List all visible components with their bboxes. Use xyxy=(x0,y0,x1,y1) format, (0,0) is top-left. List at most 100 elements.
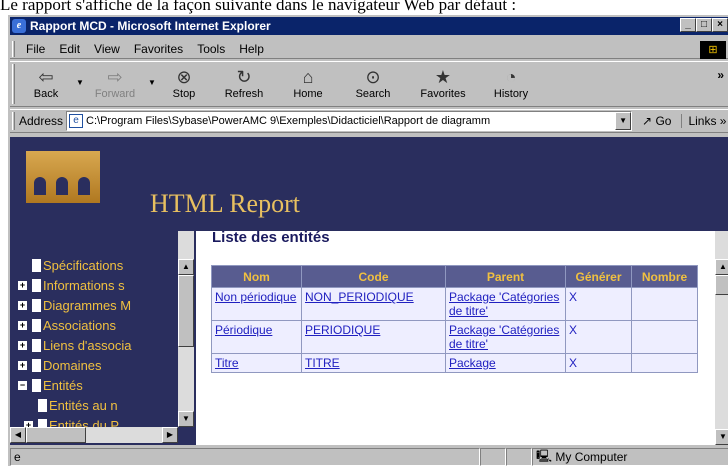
tree-item[interactable]: + Domaines xyxy=(18,355,131,375)
menu-bar: File Edit View Favorites Tools Help ⊞ xyxy=(10,39,728,59)
document-icon xyxy=(32,378,41,392)
search-button[interactable]: ⊙ Search xyxy=(339,62,407,106)
forward-button[interactable]: ⇨ Forward xyxy=(85,62,145,106)
tree-item[interactable]: Spécifications xyxy=(18,255,131,275)
generate-cell: X xyxy=(565,353,632,373)
scroll-left-icon[interactable]: ◀ xyxy=(10,427,26,443)
document-icon xyxy=(32,258,41,272)
entity-parent-link[interactable]: Package xyxy=(449,356,496,370)
table-row: Non périodique NON_PERIODIQUE Package 'C… xyxy=(211,287,698,321)
document-caption: Le rapport s'affiche de la façon suivant… xyxy=(0,0,517,14)
toolbar-overflow-chevron[interactable]: » xyxy=(717,68,724,82)
page-status-icon: e xyxy=(14,450,21,464)
dropdown-arrow-icon: ▼ xyxy=(148,78,156,87)
entity-name-link[interactable]: Titre xyxy=(215,356,239,370)
standard-toolbar: ⇦ Back ▼ ⇨ Forward ▼ ⊗ Stop ↻ Refresh ⌂ … xyxy=(10,61,728,107)
tree-item[interactable]: + Informations s xyxy=(18,275,131,295)
close-button[interactable]: × xyxy=(712,18,728,32)
report-title: HTML Report xyxy=(150,189,300,218)
expand-icon[interactable]: + xyxy=(18,300,27,310)
tree-item[interactable]: − Entités xyxy=(18,375,131,395)
entity-parent-link[interactable]: Package 'Catégories de titre' xyxy=(449,323,559,351)
status-pane xyxy=(480,448,506,466)
menu-help[interactable]: Help xyxy=(232,42,271,56)
document-icon xyxy=(32,318,41,332)
generate-cell: X xyxy=(565,320,632,354)
back-dropdown[interactable]: ▼ xyxy=(73,62,85,106)
expand-icon[interactable]: + xyxy=(18,340,27,350)
tree-item[interactable]: Entités au n xyxy=(18,395,131,415)
expand-icon[interactable]: + xyxy=(18,320,27,330)
home-icon: ⌂ xyxy=(302,67,314,87)
column-header: Nombre xyxy=(631,265,698,288)
address-bar: Address e C:\Program Files\Sybase\PowerA… xyxy=(10,109,728,133)
entity-name-link[interactable]: Périodique xyxy=(215,323,272,337)
entity-name-link[interactable]: Non périodique xyxy=(215,290,296,304)
count-cell xyxy=(631,320,698,354)
generate-cell: X xyxy=(565,287,632,321)
report-banner: HTML Report xyxy=(10,137,728,231)
menu-tools[interactable]: Tools xyxy=(190,42,232,56)
column-header: Générer xyxy=(565,265,632,288)
scroll-thumb[interactable] xyxy=(178,275,194,347)
column-header: Parent xyxy=(445,265,566,288)
menu-favorites[interactable]: Favorites xyxy=(127,42,190,56)
entity-code-link[interactable]: TITRE xyxy=(305,356,340,370)
count-cell xyxy=(631,287,698,321)
history-icon: ◔ xyxy=(505,67,517,87)
entity-table: Nom Code Parent Générer Nombre Non pério… xyxy=(211,265,698,373)
go-button[interactable]: ↗ Go xyxy=(642,114,671,128)
tree-item[interactable]: + Diagrammes M xyxy=(18,295,131,315)
ie-icon: e xyxy=(12,19,26,33)
address-input[interactable]: e C:\Program Files\Sybase\PowerAMC 9\Exe… xyxy=(66,111,633,131)
document-icon xyxy=(32,298,41,312)
forward-dropdown[interactable]: ▼ xyxy=(145,62,157,106)
report-vertical-scrollbar[interactable]: ▲ ▼ xyxy=(715,231,728,445)
scroll-down-icon[interactable]: ▼ xyxy=(178,411,194,427)
menu-view[interactable]: View xyxy=(87,42,127,56)
refresh-icon: ↻ xyxy=(236,67,252,87)
scroll-up-icon[interactable]: ▲ xyxy=(715,259,728,275)
scroll-thumb[interactable] xyxy=(26,427,86,443)
report-tree: Spécifications + Informations s + Diagramm… xyxy=(18,255,131,435)
column-header: Code xyxy=(301,265,446,288)
stop-button[interactable]: ⊗ Stop xyxy=(157,62,211,106)
back-button[interactable]: ⇦ Back xyxy=(19,62,73,106)
links-button[interactable]: Links » xyxy=(681,114,726,128)
tree-item[interactable]: + Associations xyxy=(18,315,131,335)
favorites-button[interactable]: ★ Favorites xyxy=(407,62,479,106)
home-button[interactable]: ⌂ Home xyxy=(277,62,339,106)
back-arrow-icon: ⇦ xyxy=(38,67,54,87)
status-bar: e 🖳 My Computer xyxy=(10,447,728,466)
entity-parent-link[interactable]: Package 'Catégories de titre' xyxy=(449,290,559,318)
entity-code-link[interactable]: PERIODIQUE xyxy=(305,323,380,337)
nav-vertical-scrollbar[interactable]: ▲ ▼ xyxy=(178,231,194,427)
document-icon xyxy=(32,338,41,352)
column-header: Nom xyxy=(211,265,302,288)
document-icon xyxy=(32,278,41,292)
go-arrow-icon: ↗ xyxy=(642,114,653,128)
status-pane xyxy=(506,448,532,466)
nav-horizontal-scrollbar[interactable]: ◀ ▶ xyxy=(10,427,178,443)
expand-icon[interactable]: + xyxy=(18,360,27,370)
scroll-thumb[interactable] xyxy=(715,275,728,295)
maximize-button[interactable]: □ xyxy=(696,18,712,32)
address-dropdown-button[interactable]: ▼ xyxy=(615,112,632,130)
menu-file[interactable]: File xyxy=(19,42,52,56)
expand-icon[interactable]: + xyxy=(18,280,27,290)
collapse-icon[interactable]: − xyxy=(18,380,27,390)
history-button[interactable]: ◔ History xyxy=(479,62,543,106)
report-frame: Liste des entités Nom Code Parent Génére… xyxy=(204,231,713,445)
status-text: e xyxy=(10,448,480,466)
scroll-down-icon[interactable]: ▼ xyxy=(715,429,728,445)
scroll-right-icon[interactable]: ▶ xyxy=(162,427,178,443)
title-bar: e Rapport MCD - Microsoft Internet Explo… xyxy=(10,17,728,35)
scroll-up-icon[interactable]: ▲ xyxy=(178,259,194,275)
menu-edit[interactable]: Edit xyxy=(52,42,87,56)
refresh-button[interactable]: ↻ Refresh xyxy=(211,62,277,106)
minimize-button[interactable]: _ xyxy=(680,18,696,32)
table-row: Périodique PERIODIQUE Package 'Catégorie… xyxy=(211,320,698,354)
tree-item[interactable]: + Liens d'associa xyxy=(18,335,131,355)
entity-code-link[interactable]: NON_PERIODIQUE xyxy=(305,290,414,304)
page-content: HTML Report Spécifications + Informations… xyxy=(10,137,728,445)
